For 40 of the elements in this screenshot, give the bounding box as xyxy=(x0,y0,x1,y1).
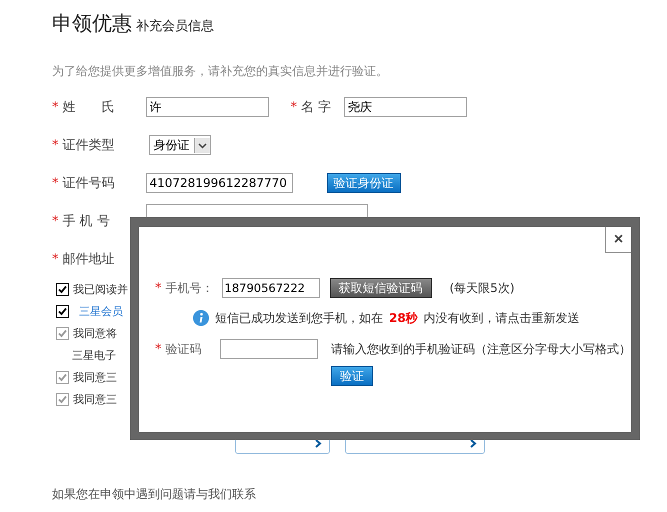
required-mark: * xyxy=(52,252,58,266)
field-label: 证件类型 xyxy=(62,137,116,154)
agreement-text: 我同意三 xyxy=(73,370,117,384)
required-mark: * xyxy=(155,280,162,296)
required-mark: * xyxy=(155,342,162,356)
notice-text: 短信已成功发送到您手机，如在 xyxy=(215,310,383,326)
field-label: 姓 氏 xyxy=(62,99,116,116)
required-mark: * xyxy=(52,138,58,152)
contact-text: 如果您在申领中遇到问题请与我们联系 xyxy=(52,486,257,503)
countdown-text: 28秒 xyxy=(389,310,418,326)
intro-text: 为了给您提供更多增值服务，请补充您的真实信息并进行验证。 xyxy=(52,63,389,80)
required-mark: * xyxy=(52,176,58,190)
field-label: 邮件地址 xyxy=(62,251,116,268)
id-type-select[interactable]: 身份证 xyxy=(148,135,210,155)
code-label: 验证码 xyxy=(166,340,202,358)
required-mark: * xyxy=(52,100,58,114)
agreement-text: 三星电子 xyxy=(72,348,116,362)
field-label: 证件号码 xyxy=(62,175,116,192)
required-mark: * xyxy=(52,214,58,228)
code-hint: 请输入您收到的手机验证码（注意区分字母大小写格式） xyxy=(331,340,631,358)
limit-text: (每天限5次) xyxy=(450,280,514,296)
agreement-text: 我同意将 xyxy=(73,326,117,340)
agreement-text: 我已阅读并 xyxy=(73,282,128,296)
page-subtitle: 补充会员信息 xyxy=(136,18,214,35)
page-title: 申领优惠 xyxy=(52,10,132,37)
notice-text: 内没有收到，请点击重新发送 xyxy=(424,310,580,326)
field-label: 名 字 xyxy=(301,99,332,116)
verify-button[interactable]: 验证 xyxy=(331,366,373,386)
required-mark: * xyxy=(290,100,297,114)
verify-id-button[interactable]: 验证身份证 xyxy=(326,173,400,193)
close-button[interactable]: × xyxy=(605,227,631,253)
agreement-link[interactable]: 三星会员 xyxy=(79,304,123,318)
phone-field[interactable]: 18790567222 xyxy=(222,278,320,298)
surname-field[interactable]: 许 xyxy=(146,97,268,117)
id-number-field[interactable]: 410728199612287770 xyxy=(146,173,292,193)
agreement-text: 我同意三 xyxy=(73,392,117,406)
field-label: 手 机 号 xyxy=(62,213,111,230)
given-name-field[interactable]: 尧庆 xyxy=(344,97,467,117)
get-code-button[interactable]: 获取短信验证码 xyxy=(330,278,432,298)
phone-label: 手机号： xyxy=(166,280,214,296)
